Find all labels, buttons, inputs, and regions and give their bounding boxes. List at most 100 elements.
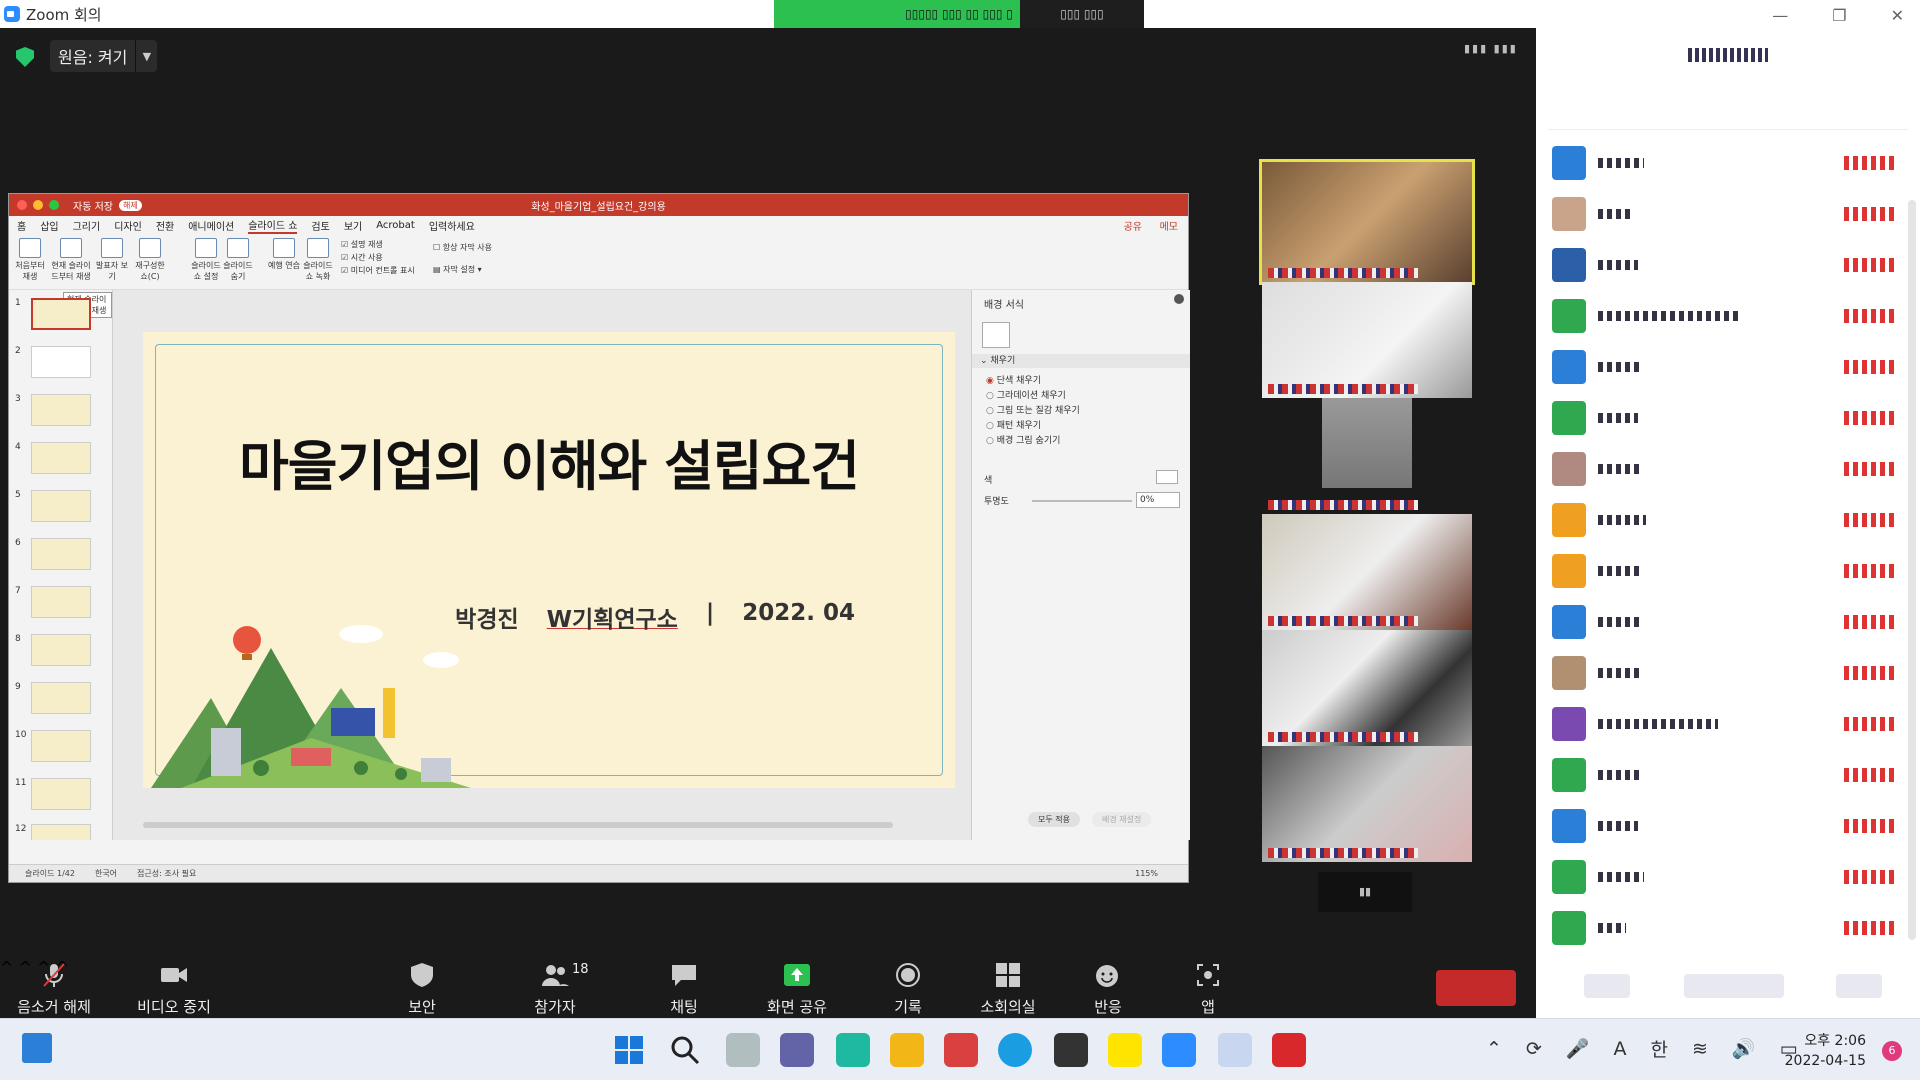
record-button[interactable]: 기록	[888, 962, 928, 1017]
menu-transitions[interactable]: 전환	[156, 218, 174, 233]
participant-row[interactable]	[1546, 395, 1896, 435]
menu-view[interactable]: 보기	[344, 218, 362, 233]
custom-show-button[interactable]: 재구성한 쇼(C)	[133, 238, 167, 282]
horizontal-scrollbar[interactable]	[143, 822, 893, 828]
mic-video-status-icons[interactable]	[1844, 207, 1896, 221]
restore-icon[interactable]: ❐	[1832, 6, 1846, 25]
video-tile[interactable]	[1262, 514, 1472, 630]
participant-row[interactable]	[1546, 548, 1896, 588]
mic-video-status-icons[interactable]	[1844, 462, 1896, 476]
fill-bucket-icon[interactable]	[982, 322, 1010, 348]
participant-row[interactable]	[1546, 242, 1896, 282]
original-sound-button[interactable]: 원음: 켜기 ▼	[50, 40, 158, 72]
view-options-button[interactable]: ▮▮▮ ▮▮▮	[1464, 42, 1520, 60]
task-view-icon[interactable]	[726, 1033, 760, 1067]
mic-video-status-icons[interactable]	[1844, 768, 1896, 782]
participant-row[interactable]	[1546, 344, 1896, 384]
mic-video-status-icons[interactable]	[1844, 717, 1896, 731]
mute-all-button[interactable]	[1684, 974, 1784, 998]
mic-video-status-icons[interactable]	[1844, 921, 1896, 935]
participant-row[interactable]	[1546, 191, 1896, 231]
acrobat-icon[interactable]	[1272, 1033, 1306, 1067]
participant-row[interactable]	[1546, 905, 1896, 945]
menu-insert[interactable]: 삽입	[40, 218, 58, 233]
fill-section-header[interactable]: ⌄ 채우기	[972, 354, 1190, 368]
menu-slideshow[interactable]: 슬라이드 쇼	[248, 217, 298, 234]
hide-slide-button[interactable]: 슬라이드 숨기	[221, 238, 255, 282]
video-tile[interactable]	[1262, 282, 1472, 398]
start-windows-icon[interactable]	[614, 1035, 644, 1065]
kakaotalk-icon[interactable]	[1108, 1033, 1142, 1067]
notification-badge[interactable]: 6	[1882, 1041, 1902, 1061]
apps-button[interactable]: 앱	[1188, 962, 1228, 1017]
slide-thumbnail[interactable]	[31, 586, 91, 618]
menu-animations[interactable]: 애니메이션	[188, 218, 234, 233]
close-icon[interactable]: ✕	[1891, 6, 1904, 25]
transparency-slider[interactable]	[1032, 500, 1132, 502]
slide-thumbnail[interactable]	[31, 442, 91, 474]
rehearse-button[interactable]: 예행 연습	[267, 238, 301, 271]
radio-solid-fill[interactable]: 단색 채우기	[986, 374, 1080, 389]
mic-video-status-icons[interactable]	[1844, 258, 1896, 272]
security-button[interactable]: 보안	[402, 962, 442, 1017]
accessibility-status[interactable]: 접근성: 조사 필요	[137, 868, 196, 879]
video-tile[interactable]	[1262, 398, 1472, 514]
menu-tell-me[interactable]: 입력하세요	[429, 218, 475, 233]
slide-thumbnail[interactable]	[31, 778, 91, 810]
invite-button[interactable]	[1584, 974, 1630, 998]
zoom-level[interactable]: 115%	[1135, 869, 1158, 878]
slide-thumbnail[interactable]	[31, 394, 91, 426]
menu-design[interactable]: 디자인	[114, 218, 142, 233]
participant-row[interactable]	[1546, 140, 1896, 180]
chevron-up-icon[interactable]: ⌃	[1486, 1038, 1502, 1060]
mic-video-status-icons[interactable]	[1844, 360, 1896, 374]
mic-video-status-icons[interactable]	[1844, 513, 1896, 527]
mic-video-status-icons[interactable]	[1844, 156, 1896, 170]
screen-share-banner[interactable]: ▯▯▯▯▯ ▯▯▯ ▯▯ ▯▯▯ ▯ ▯▯▯ ▯▯▯	[774, 0, 1144, 28]
slide-thumbnail[interactable]	[31, 490, 91, 522]
audio-options-caret[interactable]: ^	[0, 958, 13, 977]
participant-row[interactable]	[1546, 701, 1896, 741]
file-explorer-icon[interactable]	[890, 1033, 924, 1067]
breakout-rooms-button[interactable]: 소회의실	[976, 962, 1040, 1017]
slide-thumbnail[interactable]	[31, 346, 91, 378]
menu-acrobat[interactable]: Acrobat	[376, 220, 415, 231]
end-meeting-button[interactable]	[1436, 970, 1516, 1006]
slideshow-setup-button[interactable]: 슬라이드 쇼 설정	[189, 238, 223, 282]
menu-home[interactable]: 홈	[17, 218, 26, 233]
participant-row[interactable]	[1546, 650, 1896, 690]
zoom-app-icon[interactable]	[1162, 1033, 1196, 1067]
participant-search-input[interactable]	[1548, 96, 1908, 130]
participants-scrollbar[interactable]	[1908, 200, 1916, 940]
menu-review[interactable]: 검토	[311, 218, 329, 233]
sync-status-icon[interactable]: ⟳	[1526, 1038, 1542, 1060]
encryption-shield-icon[interactable]	[16, 47, 34, 67]
close-panel-icon[interactable]	[1174, 294, 1184, 304]
gallery-page-indicator[interactable]: ▮▮	[1318, 872, 1412, 912]
share-screen-button[interactable]: 화면 공유	[762, 962, 832, 1017]
mic-video-status-icons[interactable]	[1844, 564, 1896, 578]
record-slideshow-button[interactable]: 슬라이드 쇼 녹화	[301, 238, 335, 282]
share-button[interactable]: 공유	[1124, 218, 1142, 233]
reset-background-button[interactable]: 배경 재설정	[1092, 812, 1152, 827]
speaker-icon[interactable]: 🔊	[1732, 1037, 1756, 1060]
apply-all-button[interactable]: 모두 적용	[1028, 812, 1080, 827]
radio-pattern-fill[interactable]: 패턴 채우기	[986, 419, 1080, 434]
slide-thumbnail[interactable]	[31, 730, 91, 762]
checkbox-timings[interactable]: 시간 사용	[341, 251, 415, 264]
mic-video-status-icons[interactable]	[1844, 411, 1896, 425]
slide-thumbnail[interactable]	[31, 538, 91, 570]
mic-video-status-icons[interactable]	[1844, 309, 1896, 323]
participant-row[interactable]	[1546, 854, 1896, 894]
app-icon[interactable]	[1054, 1033, 1088, 1067]
minimize-icon[interactable]: —	[1772, 6, 1788, 25]
menu-draw[interactable]: 그리기	[73, 218, 101, 233]
video-tile[interactable]	[1262, 630, 1472, 746]
unmute-button[interactable]: 음소거 해제	[14, 962, 94, 1017]
checkbox-media-controls[interactable]: 미디어 컨트롤 표시	[341, 264, 415, 277]
mic-video-status-icons[interactable]	[1844, 615, 1896, 629]
ime-mode-a[interactable]: A	[1614, 1038, 1627, 1060]
chevron-down-icon[interactable]: ▼	[135, 40, 157, 72]
mic-video-status-icons[interactable]	[1844, 870, 1896, 884]
current-slide[interactable]: 마을기업의 이해와 설립요건 박경진 W기획연구소 | 2022. 04	[143, 332, 955, 788]
